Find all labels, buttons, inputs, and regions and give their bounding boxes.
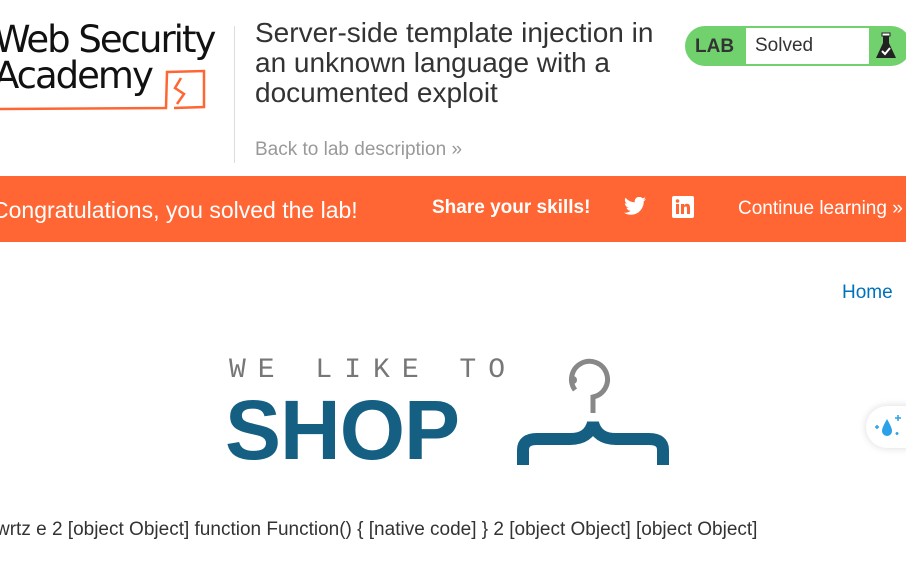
hanger-icon [517,358,669,465]
lab-status-value: Solved [746,28,869,64]
template-output-text: wrtz e 2 [object Object] function Functi… [0,519,758,540]
back-to-lab-description-link[interactable]: Back to lab description » [255,139,462,161]
logo-outline-icon [0,69,206,111]
header-divider [234,26,235,163]
lab-title: Server-side template injection in an unk… [255,17,654,108]
back-link-label: Back to lab description [255,139,447,160]
flask-check-icon [876,32,896,58]
home-link[interactable]: Home [842,282,893,304]
logo-shop-word: SHOP [225,383,460,477]
water-drop-sparkle-icon [875,415,901,436]
web-security-academy-logo[interactable]: Web Security Academy [0,21,216,111]
linkedin-icon[interactable] [672,196,694,218]
lab-label: LAB [695,36,735,57]
twitter-icon[interactable] [623,197,647,217]
congratulations-text: Congratulations, you solved the lab! [0,197,358,223]
floating-extension-button[interactable] [866,406,906,448]
share-skills-text: Share your skills! [432,197,591,218]
continue-learning-link[interactable]: Continue learning » [738,198,903,220]
solved-banner: Congratulations, you solved the lab! Sha… [0,176,906,242]
lab-status-badge: LAB Solved [685,26,906,66]
chevron-right-icon: » [451,139,463,160]
